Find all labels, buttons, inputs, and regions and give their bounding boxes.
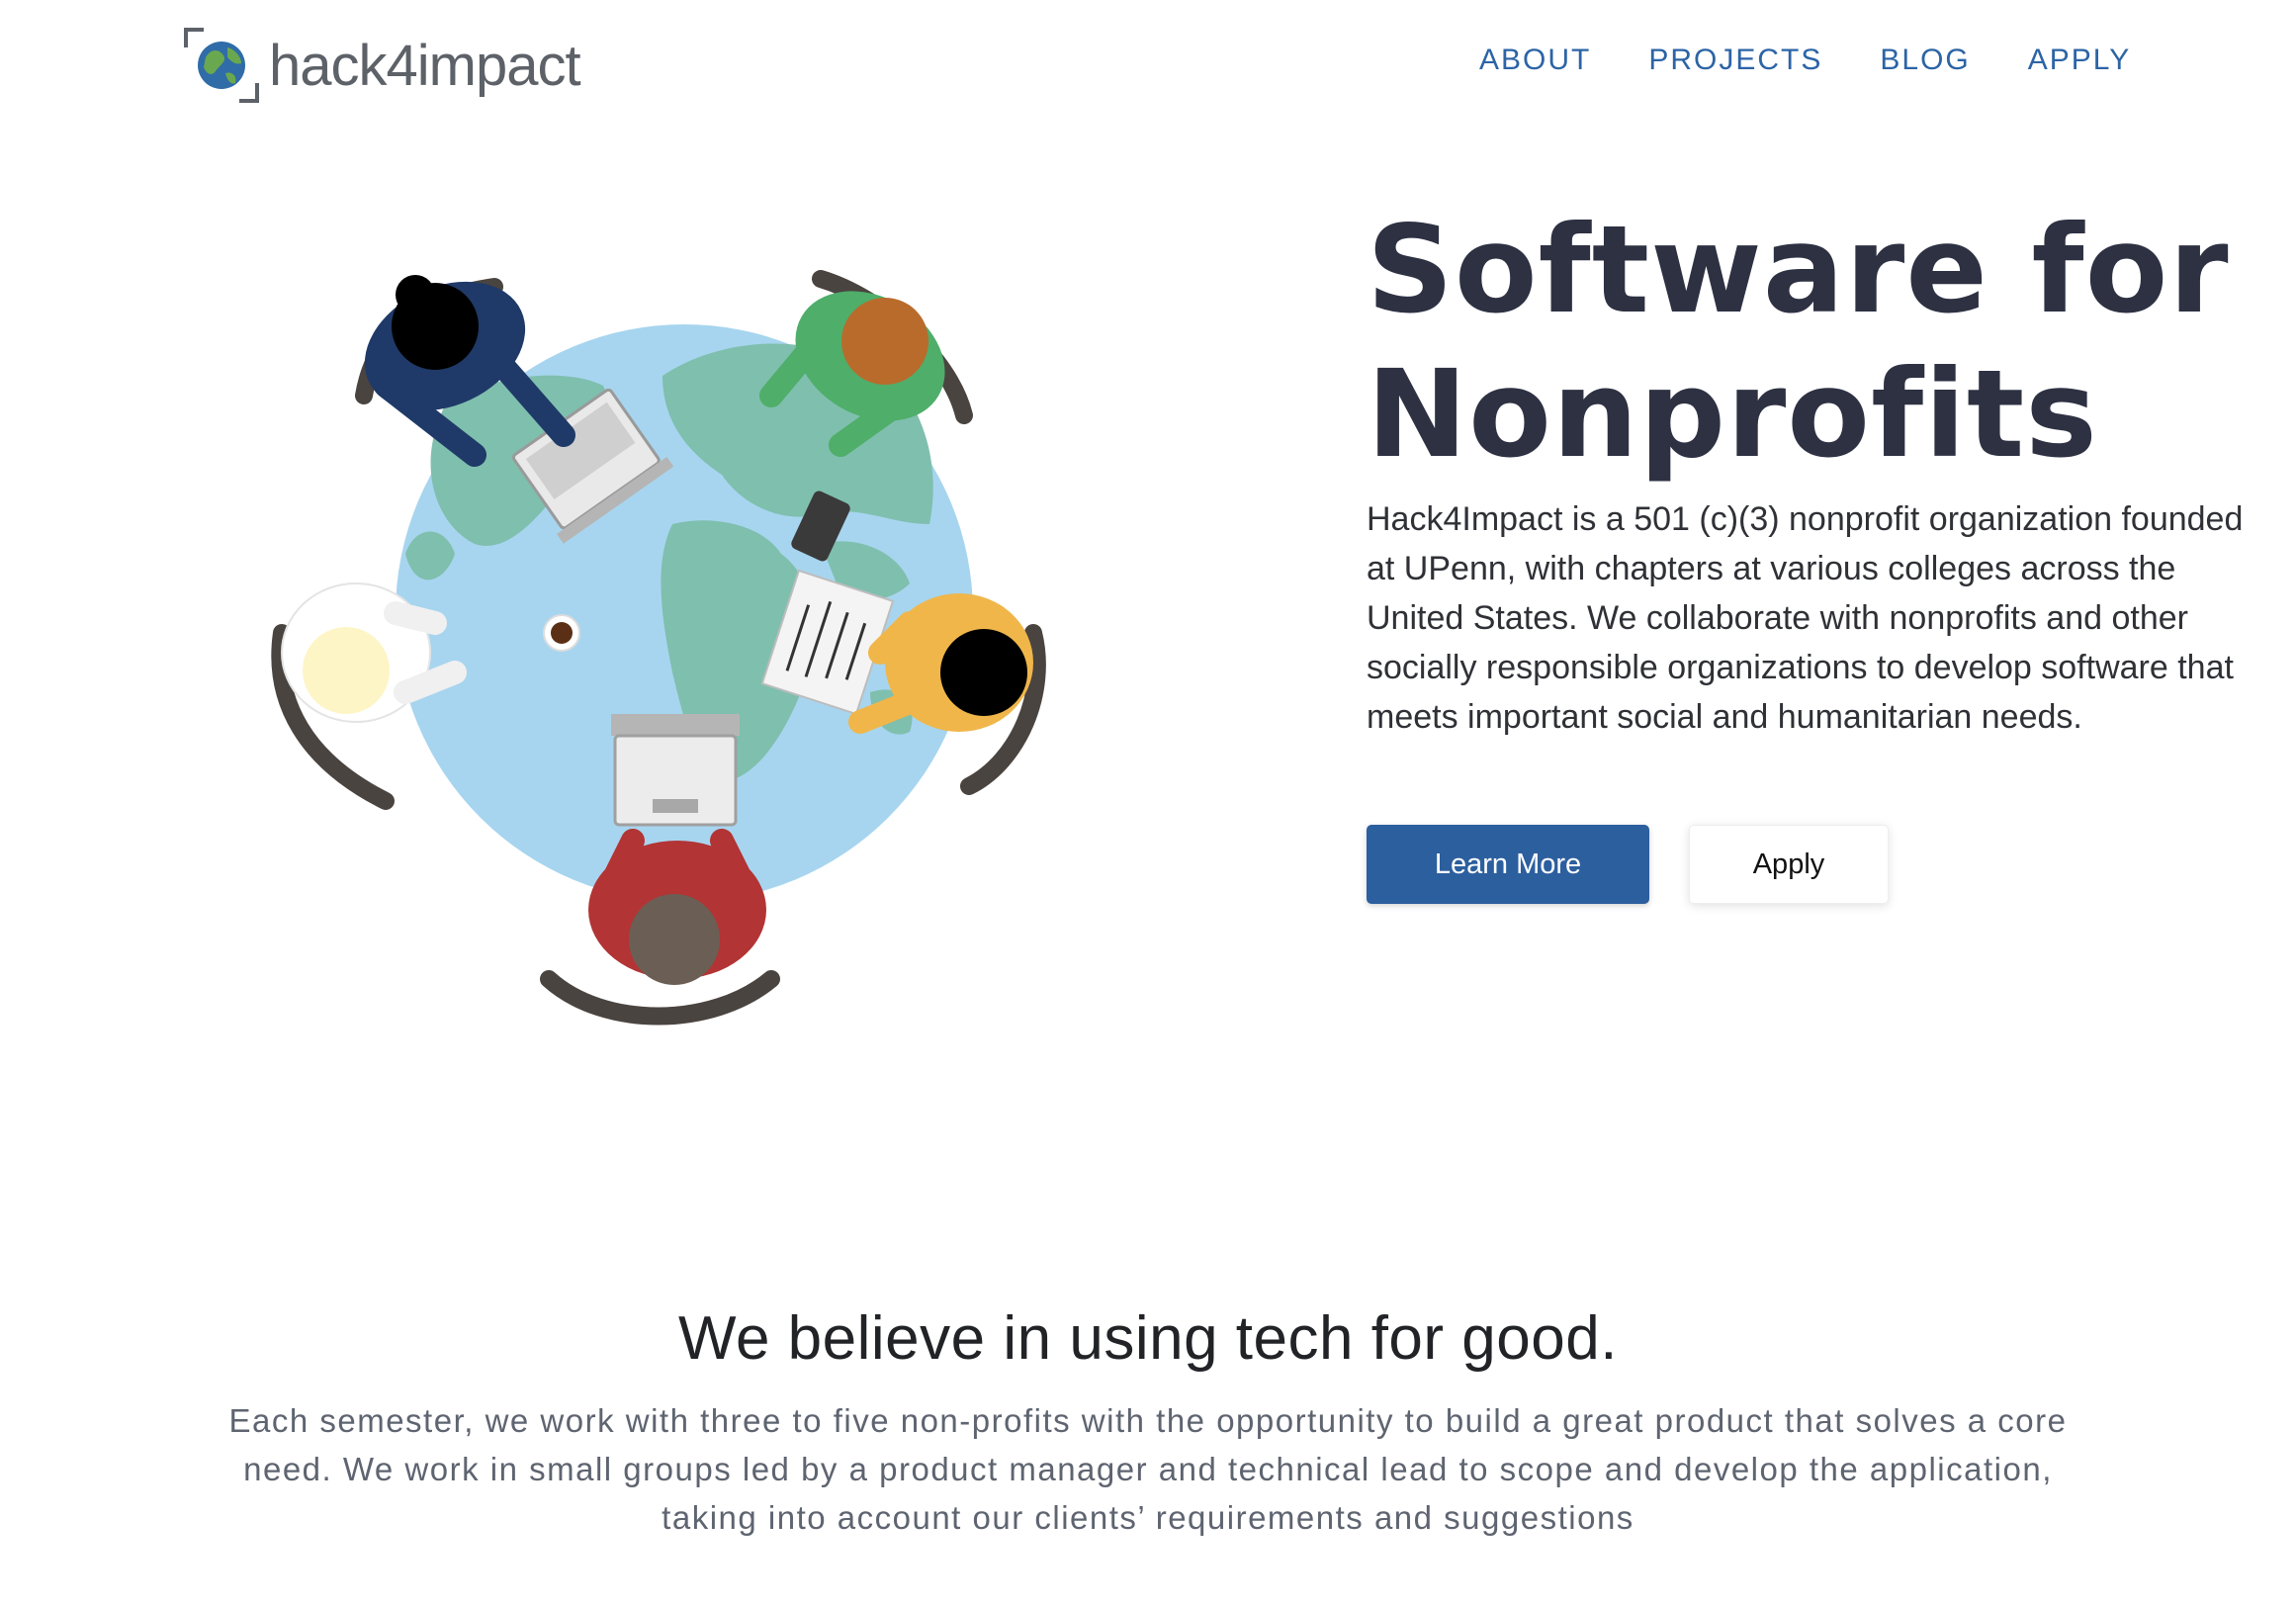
main-nav: ABOUT PROJECTS BLOG APPLY [1479,44,2131,77]
mission-title: We believe in using tech for good. [678,1304,1618,1373]
hero-description: Hack4Impact is a 501 (c)(3) nonprofit or… [1367,500,2244,736]
logo-link[interactable]: hack4impact [184,28,581,103]
nav-blog[interactable]: BLOG [1880,44,1970,77]
laptop-bottom [611,714,740,827]
learn-more-button[interactable]: Learn More [1367,825,1649,904]
globe-icon [184,28,259,103]
nav-about[interactable]: ABOUT [1479,44,1591,77]
nav-projects[interactable]: PROJECTS [1648,44,1822,77]
nav-apply[interactable]: APPLY [2028,44,2132,77]
apply-button[interactable]: Apply [1689,825,1889,904]
page: hack4impact ABOUT PROJECTS BLOG APPLY So… [0,0,2296,1608]
hero-title: Software for Nonprofits [1367,198,2256,487]
person-red [588,829,766,985]
logo-text: hack4impact [269,33,581,98]
hero-illustration [271,270,1046,1026]
hero-title-line-2: Nonprofits [1367,344,2098,485]
hero-title-line-1: Software for [1367,200,2230,340]
coffee-cup [543,614,580,652]
mission-description: Each semester, we work with three to fiv… [228,1402,2068,1536]
